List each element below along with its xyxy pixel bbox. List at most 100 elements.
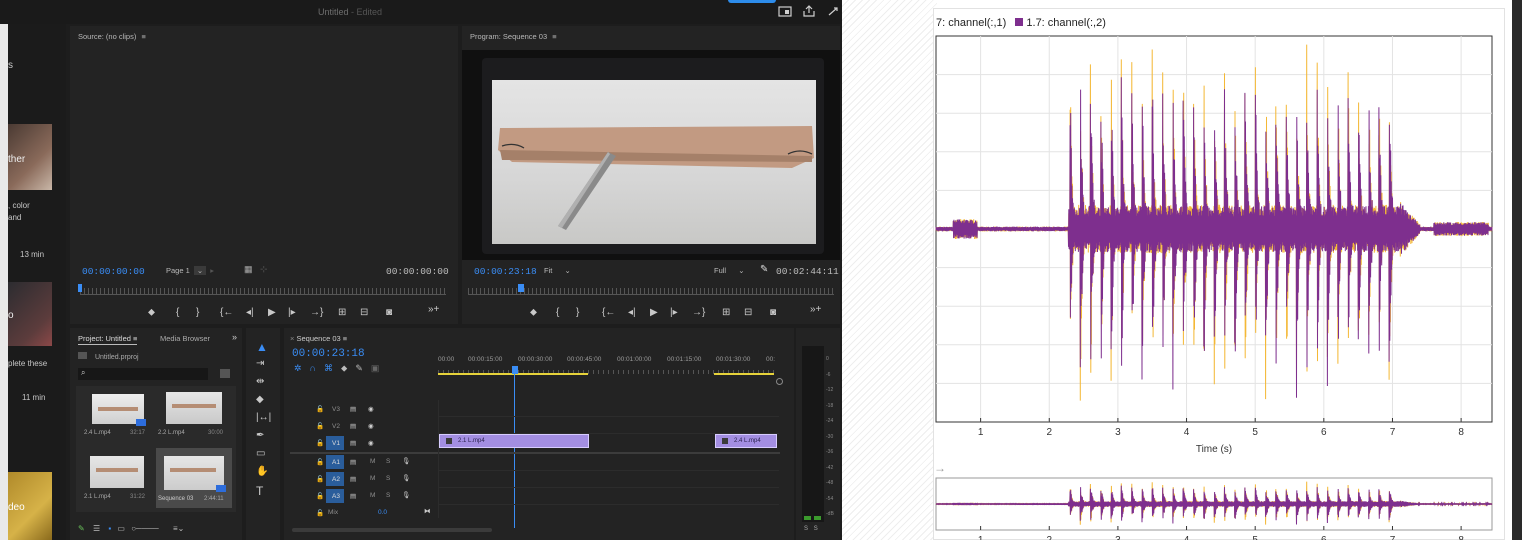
wrench-icon[interactable]: ✎	[760, 264, 768, 275]
step-back-icon[interactable]: ◂|	[246, 307, 254, 318]
lock-icon[interactable]: 🔓	[316, 509, 324, 517]
meter-solo-right[interactable]: S	[814, 526, 818, 532]
mute-button[interactable]: M	[370, 458, 375, 465]
step-forward-icon[interactable]: |▸	[670, 307, 678, 318]
track-label-a3[interactable]: A3	[332, 493, 340, 500]
meter-solo-buttons[interactable]: S S	[804, 526, 818, 532]
zoom-slider[interactable]: ○────	[131, 524, 159, 533]
slip-tool-icon[interactable]: |↔|	[256, 412, 271, 423]
timeline-vertical-scroll-handle[interactable]	[776, 378, 783, 385]
eye-icon[interactable]: ◉	[368, 439, 374, 447]
microphone-icon[interactable]: 🎙	[402, 457, 410, 465]
share-icon[interactable]	[802, 5, 816, 18]
ripple-edit-tool-icon[interactable]: ⇹	[256, 376, 264, 387]
source-drag-icon[interactable]: ⊹	[260, 264, 268, 275]
play-icon[interactable]: ▶	[268, 307, 276, 318]
source-monitor-title[interactable]: Source: (no clips)	[78, 32, 136, 41]
arrow-icon[interactable]: →	[934, 461, 946, 475]
sync-lock-icon[interactable]: ▤	[350, 422, 356, 430]
track-label-v2[interactable]: V2	[332, 423, 340, 430]
sync-lock-icon[interactable]: ▤	[350, 458, 356, 466]
timeline-horizontal-scrollbar[interactable]	[292, 528, 492, 532]
program-video-frame[interactable]	[462, 50, 840, 260]
step-back-icon[interactable]: ◂|	[628, 307, 636, 318]
nest-icon[interactable]: ✲	[294, 363, 310, 373]
timeline-tab[interactable]: × Sequence 03 ≡	[290, 334, 347, 343]
freeform-view-icon[interactable]: ▭	[117, 524, 125, 533]
program-timecode-current[interactable]: 00:00:23:18	[474, 266, 537, 277]
lock-icon[interactable]: 🔓	[316, 475, 324, 483]
snap-icon[interactable]: ∩	[310, 363, 324, 373]
go-to-in-icon[interactable]: {←	[602, 307, 615, 318]
button-editor-icon[interactable]: »+	[428, 304, 439, 315]
project-search-input[interactable]: ⌕	[78, 368, 208, 380]
go-to-in-icon[interactable]: {←	[220, 307, 233, 318]
icon-view-icon[interactable]: ▪	[108, 524, 111, 533]
eye-icon[interactable]: ◉	[368, 422, 374, 430]
timeline-ruler[interactable]: 00:00 00:00:15:00 00:00:30:00 00:00:45:0…	[438, 356, 778, 366]
lock-icon[interactable]: 🔓	[316, 405, 324, 413]
learn-thumbnail-2[interactable]: o	[8, 282, 52, 346]
button-editor-icon[interactable]: »+	[810, 304, 821, 315]
go-to-end-icon[interactable]: ⧓	[424, 507, 431, 515]
captions-icon[interactable]: ▣	[371, 363, 388, 373]
pen-tool-icon[interactable]: ✒	[256, 430, 264, 441]
track-label-v3[interactable]: V3	[332, 406, 340, 413]
lock-icon[interactable]: 🔓	[316, 492, 324, 500]
lock-icon[interactable]: 🔓	[316, 458, 324, 466]
sort-icon[interactable]: ≡⌄	[173, 524, 184, 533]
overwrite-icon[interactable]: ⊟	[360, 307, 368, 318]
program-menu-icon[interactable]: ≡	[552, 32, 556, 41]
add-marker-icon[interactable]: ⬥	[530, 307, 537, 318]
eye-icon[interactable]: ◉	[368, 405, 374, 413]
panel-overflow-icon[interactable]: »	[232, 332, 237, 342]
mark-out-icon[interactable]: }	[196, 307, 199, 318]
meter-solo-left[interactable]: S	[804, 526, 808, 532]
razor-tool-icon[interactable]: ◆	[256, 394, 264, 405]
source-zoom-bar[interactable]	[80, 294, 446, 295]
extract-icon[interactable]: ⊟	[744, 307, 752, 318]
type-tool-icon[interactable]: T	[256, 484, 263, 498]
share-button-accent[interactable]	[728, 0, 776, 3]
hand-tool-icon[interactable]: ✋	[256, 466, 268, 477]
solo-button[interactable]: S	[386, 458, 390, 465]
program-fit-select[interactable]: Fit ⌄	[544, 266, 571, 275]
timeline-clip-1[interactable]: 2.1 L.mp4	[439, 434, 589, 448]
selection-tool-icon[interactable]: ▲	[256, 340, 268, 354]
lock-icon[interactable]: 🔓	[316, 422, 324, 430]
mark-out-icon[interactable]: }	[576, 307, 579, 318]
settings-wrench-icon[interactable]: ✎	[355, 363, 371, 373]
project-item-1[interactable]: 2.4 L.mp4 32:17	[84, 392, 152, 438]
sync-lock-icon[interactable]: ▤	[350, 475, 356, 483]
mix-value[interactable]: 0.0	[378, 509, 387, 516]
mute-button[interactable]: M	[370, 492, 375, 499]
export-frame-icon[interactable]: ◙	[386, 307, 392, 318]
project-item-3[interactable]: 2.1 L.mp4 31:22	[84, 452, 152, 502]
quick-export-icon[interactable]	[778, 5, 792, 18]
mark-in-icon[interactable]: {	[176, 307, 179, 318]
project-item-2[interactable]: 2.2 L.mp4 30:00	[158, 392, 230, 438]
mute-button[interactable]: M	[370, 475, 375, 482]
sync-lock-icon[interactable]: ▤	[350, 439, 356, 447]
tab-media-browser[interactable]: Media Browser	[160, 334, 210, 343]
fullscreen-icon[interactable]	[826, 5, 840, 18]
lift-icon[interactable]: ⊞	[722, 307, 730, 318]
export-frame-icon[interactable]: ◙	[770, 307, 776, 318]
source-timecode-current[interactable]: 00:00:00:00	[82, 266, 145, 277]
learn-thumbnail-3[interactable]: deo	[8, 472, 52, 540]
lock-icon[interactable]: 🔓	[316, 439, 324, 447]
track-select-tool-icon[interactable]: ⇥	[256, 358, 264, 369]
source-settings-icon[interactable]: ▦	[244, 264, 253, 275]
overview-waveform-chart[interactable]: 1 2 3 4 5 6 7 8	[934, 474, 1506, 540]
source-menu-icon[interactable]: ≡	[141, 32, 145, 41]
microphone-icon[interactable]: 🎙	[402, 491, 410, 499]
insert-icon[interactable]: ⊞	[338, 307, 346, 318]
go-to-out-icon[interactable]: →}	[692, 307, 705, 318]
rectangle-tool-icon[interactable]: ▭	[256, 448, 265, 459]
timeline-clip-2[interactable]: 2.4 L.mp4	[715, 434, 777, 448]
track-label-a1[interactable]: A1	[332, 459, 340, 466]
microphone-icon[interactable]: 🎙	[402, 474, 410, 482]
program-monitor-title[interactable]: Program: Sequence 03	[470, 32, 547, 41]
timeline-timecode[interactable]: 00:00:23:18	[292, 348, 365, 360]
sync-lock-icon[interactable]: ▤	[350, 492, 356, 500]
